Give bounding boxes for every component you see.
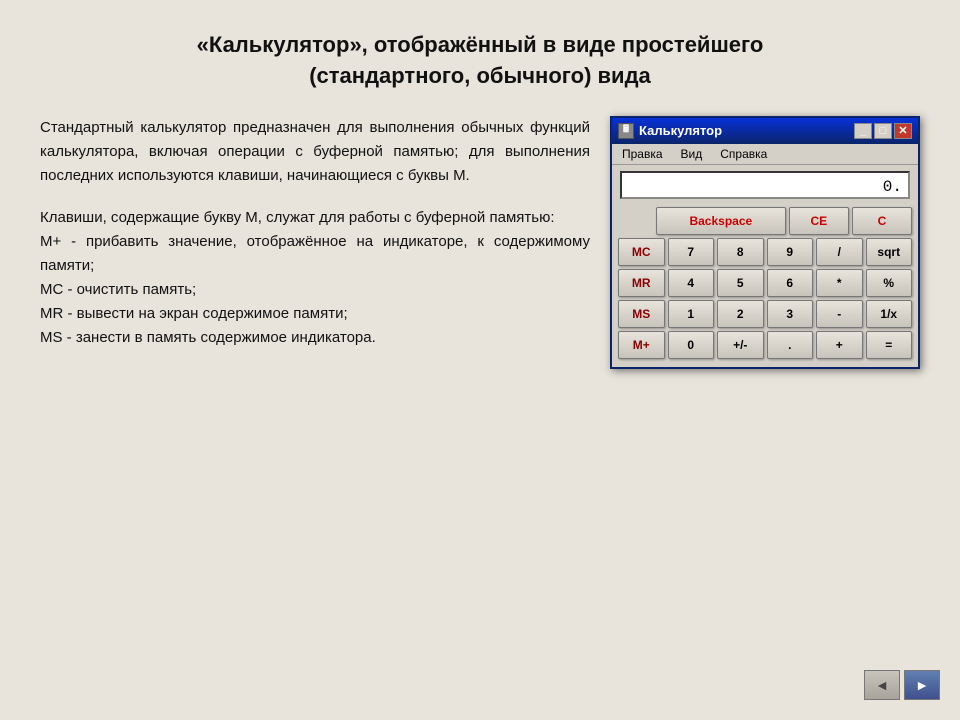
calc-row-1: MC 7 8 9 / sqrt — [618, 238, 912, 266]
nav-arrows: ◄ ► — [864, 670, 940, 700]
menu-spravka[interactable]: Справка — [716, 146, 771, 162]
close-button[interactable]: ✕ — [894, 123, 912, 139]
calc-row-3: MS 1 2 3 - 1/x — [618, 300, 912, 328]
slide-title: «Калькулятор», отображённый в виде прост… — [130, 30, 830, 92]
btn-8[interactable]: 8 — [717, 238, 764, 266]
calc-buttons: Backspace CE C MC 7 8 9 / sqrt MR 4 — [612, 203, 918, 367]
subtract-button[interactable]: - — [816, 300, 863, 328]
btn-9[interactable]: 9 — [767, 238, 814, 266]
text-block-2: Клавиши, содержащие букву М, служат для … — [40, 206, 590, 350]
calc-titlebar-buttons: _ □ ✕ — [854, 123, 912, 139]
spacer-0 — [618, 207, 653, 235]
text-section: Стандартный калькулятор предназначен для… — [40, 116, 590, 350]
ms-button[interactable]: MS — [618, 300, 665, 328]
calc-titlebar-left: 🖩 Калькулятор — [618, 123, 722, 139]
btn-1[interactable]: 1 — [668, 300, 715, 328]
calc-row-0: Backspace CE C — [618, 207, 912, 235]
plusminus-button[interactable]: +/- — [717, 331, 764, 359]
reciprocal-button[interactable]: 1/x — [866, 300, 913, 328]
percent-button[interactable]: % — [866, 269, 913, 297]
equals-button[interactable]: = — [866, 331, 913, 359]
menu-vid[interactable]: Вид — [677, 146, 707, 162]
nav-forward-button[interactable]: ► — [904, 670, 940, 700]
calc-menubar: Правка Вид Справка — [612, 144, 918, 165]
calculator-window: 🖩 Калькулятор _ □ ✕ Правка Вид Справка 0… — [610, 116, 920, 369]
calc-icon: 🖩 — [618, 123, 634, 139]
c-button[interactable]: C — [852, 207, 912, 235]
slide-container: «Калькулятор», отображённый в виде прост… — [0, 0, 960, 720]
btn-6[interactable]: 6 — [767, 269, 814, 297]
calc-display-area: 0. — [612, 165, 918, 203]
mc-button[interactable]: MC — [618, 238, 665, 266]
calc-title: Калькулятор — [639, 123, 722, 138]
calc-row-2: MR 4 5 6 * % — [618, 269, 912, 297]
nav-back-button[interactable]: ◄ — [864, 670, 900, 700]
multiply-button[interactable]: * — [816, 269, 863, 297]
calc-titlebar: 🖩 Калькулятор _ □ ✕ — [612, 118, 918, 144]
ce-button[interactable]: CE — [789, 207, 849, 235]
decimal-button[interactable]: . — [767, 331, 814, 359]
btn-4[interactable]: 4 — [668, 269, 715, 297]
divide-button[interactable]: / — [816, 238, 863, 266]
mplus-button[interactable]: M+ — [618, 331, 665, 359]
sqrt-button[interactable]: sqrt — [866, 238, 913, 266]
calc-row-4: M+ 0 +/- . + = — [618, 331, 912, 359]
btn-0[interactable]: 0 — [668, 331, 715, 359]
slide-content: Стандартный калькулятор предназначен для… — [40, 116, 920, 369]
maximize-button[interactable]: □ — [874, 123, 892, 139]
menu-pravka[interactable]: Правка — [618, 146, 667, 162]
calc-display: 0. — [620, 171, 910, 199]
mr-button[interactable]: MR — [618, 269, 665, 297]
btn-7[interactable]: 7 — [668, 238, 715, 266]
btn-3[interactable]: 3 — [767, 300, 814, 328]
minimize-button[interactable]: _ — [854, 123, 872, 139]
backspace-button[interactable]: Backspace — [656, 207, 786, 235]
btn-5[interactable]: 5 — [717, 269, 764, 297]
add-button[interactable]: + — [816, 331, 863, 359]
text-block-1: Стандартный калькулятор предназначен для… — [40, 116, 590, 188]
btn-2[interactable]: 2 — [717, 300, 764, 328]
